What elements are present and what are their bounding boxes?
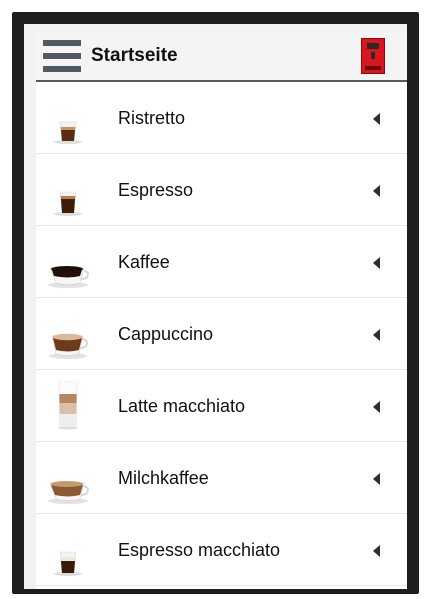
drink-label: Milchkaffee	[118, 468, 209, 488]
coffee-machine-icon[interactable]	[361, 38, 385, 74]
drink-item-ristretto[interactable]: Ristretto	[36, 82, 407, 154]
hamburger-menu-icon[interactable]	[43, 40, 81, 72]
drink-label: Latte macchiato	[118, 396, 246, 416]
drink-label: Espresso macchiato	[118, 540, 281, 560]
expand-arrow-icon[interactable]	[373, 473, 380, 485]
expand-arrow-icon[interactable]	[373, 329, 380, 341]
espresso-cup-icon	[54, 191, 82, 216]
drink-list: Ristretto Espresso Kaffee Cappuccino Lat…	[36, 82, 407, 589]
app-screen: Startseite Ristretto Espresso Kaffee Cap…	[24, 24, 407, 589]
expand-arrow-icon[interactable]	[373, 113, 380, 125]
coffee-cup-icon	[48, 266, 89, 288]
drink-label: Ristretto	[118, 108, 186, 128]
drink-item-kaffee[interactable]: Kaffee	[36, 226, 407, 298]
expand-arrow-icon[interactable]	[373, 257, 380, 269]
page-title: Startseite	[91, 45, 178, 66]
drink-label: Espresso	[118, 180, 194, 200]
cappuccino-cup-icon	[49, 333, 88, 359]
expand-arrow-icon[interactable]	[373, 401, 380, 413]
drink-item-latte-macchiato[interactable]: Latte macchiato	[36, 370, 407, 442]
expand-arrow-icon[interactable]	[373, 545, 380, 557]
drink-label: Cappuccino	[118, 324, 214, 344]
drink-item-espresso-macchiato[interactable]: Espresso macchiato	[36, 514, 407, 586]
latte-macchiato-glass-icon	[58, 381, 78, 430]
espresso-macchiato-cup-icon	[54, 551, 82, 576]
drink-item-cappuccino[interactable]: Cappuccino	[36, 298, 407, 370]
header-bar: Startseite	[36, 32, 407, 80]
drink-label: Kaffee	[118, 252, 170, 272]
drink-item-espresso[interactable]: Espresso	[36, 154, 407, 226]
ristretto-cup-icon	[54, 121, 82, 144]
expand-arrow-icon[interactable]	[373, 185, 380, 197]
drink-item-milchkaffee[interactable]: Milchkaffee	[36, 442, 407, 514]
milk-coffee-cup-icon	[48, 481, 89, 504]
